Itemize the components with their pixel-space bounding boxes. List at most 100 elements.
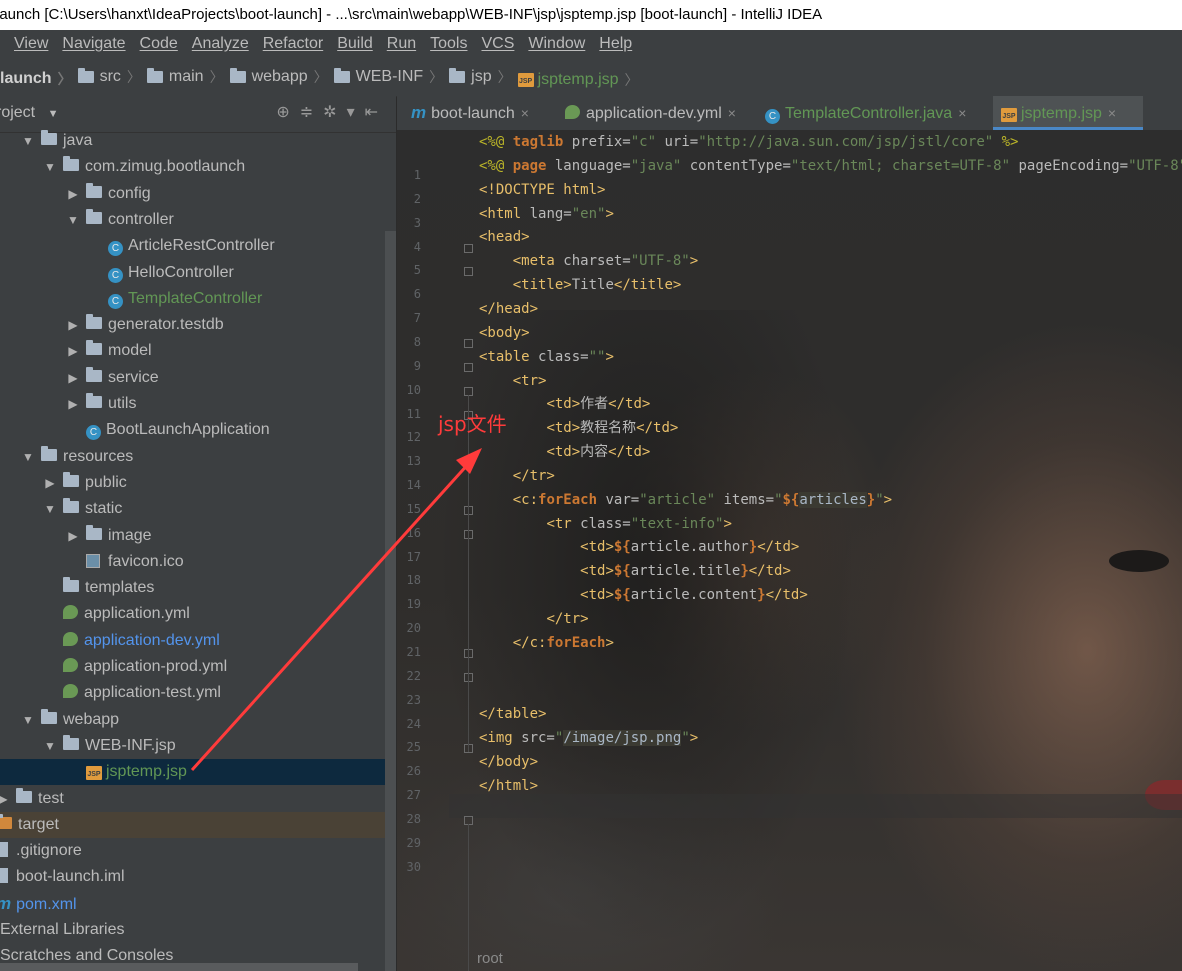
tree-item[interactable]: m pom.xml bbox=[0, 891, 81, 917]
horizontal-scrollbar[interactable] bbox=[0, 963, 358, 971]
code-line[interactable]: <body> bbox=[479, 321, 530, 345]
gear-icon[interactable]: ✲▾ bbox=[323, 104, 364, 121]
code-line[interactable]: <!DOCTYPE html> bbox=[479, 178, 605, 202]
tree-item[interactable]: boot-launch.iml bbox=[0, 864, 129, 890]
expanded-arrow-icon[interactable]: ▼ bbox=[43, 496, 57, 522]
menu-navigate[interactable]: Navigate bbox=[62, 30, 125, 58]
code-line[interactable]: <tr class="text-info"> bbox=[479, 512, 731, 536]
tree-item[interactable]: C HelloController bbox=[0, 260, 234, 286]
vertical-scrollbar[interactable] bbox=[385, 231, 396, 971]
tree-item[interactable]: ▶ generator.testdb bbox=[0, 312, 224, 338]
breadcrumb-item[interactable]: jsp 〉 bbox=[449, 58, 512, 96]
breadcrumb-item[interactable]: webapp 〉 bbox=[229, 58, 328, 96]
expanded-arrow-icon[interactable]: ▼ bbox=[43, 733, 57, 759]
tree-item[interactable]: ▼ WEB-INF.jsp bbox=[0, 733, 176, 759]
tree-item[interactable]: C TemplateController bbox=[0, 286, 262, 312]
tree-item[interactable]: ▶ public bbox=[0, 470, 127, 496]
code-line[interactable]: <%@ taglib prefix="c" uri="http://java.s… bbox=[479, 130, 1019, 154]
code-line[interactable]: <img src="/image/jsp.png"> bbox=[479, 726, 698, 750]
menu-tools[interactable]: Tools bbox=[430, 30, 467, 58]
close-icon[interactable]: × bbox=[521, 105, 529, 121]
expanded-arrow-icon[interactable]: ▼ bbox=[43, 154, 57, 180]
code-line[interactable]: <html lang="en"> bbox=[479, 202, 614, 226]
breadcrumb-item[interactable]: launch 〉 bbox=[0, 60, 72, 96]
tree-item[interactable]: ▶ model bbox=[0, 338, 152, 364]
tree-item[interactable]: ▼ resources bbox=[0, 444, 133, 470]
code-line[interactable]: <tr> bbox=[479, 369, 547, 393]
tree-item[interactable]: ▶ config bbox=[0, 181, 151, 207]
expanded-arrow-icon[interactable]: ▼ bbox=[21, 444, 35, 470]
fold-marker-icon[interactable] bbox=[464, 338, 473, 348]
collapsed-arrow-icon[interactable]: ▶ bbox=[66, 312, 80, 338]
menu-help[interactable]: Help bbox=[599, 30, 632, 58]
code-line[interactable]: <table class=""> bbox=[479, 345, 614, 369]
menu-analyze[interactable]: Analyze bbox=[192, 30, 249, 58]
tab-boot-launch[interactable]: m boot-launch × bbox=[403, 96, 553, 130]
collapsed-arrow-icon[interactable]: ▶ bbox=[66, 365, 80, 391]
locate-icon[interactable]: ⊕ bbox=[276, 104, 299, 121]
expanded-arrow-icon[interactable]: ▼ bbox=[66, 207, 80, 233]
code-line[interactable]: <td>${article.title}</td> bbox=[479, 559, 791, 583]
tree-item[interactable]: .gitignore bbox=[0, 838, 86, 864]
tab-jsptemp-jsp[interactable]: JSP jsptemp.jsp × bbox=[993, 96, 1143, 130]
code-line[interactable]: <%@ page language="java" contentType="te… bbox=[479, 154, 1182, 178]
tree-item[interactable]: C BootLaunchApplication bbox=[0, 417, 270, 443]
menu-window[interactable]: Window bbox=[528, 30, 585, 58]
tree-item[interactable]: target bbox=[0, 811, 396, 838]
code-line[interactable]: <td>内容</td> bbox=[479, 440, 650, 464]
collapsed-arrow-icon[interactable]: ▶ bbox=[66, 338, 80, 364]
project-panel-title[interactable]: roject bbox=[0, 104, 35, 121]
dropdown-arrow-icon[interactable]: ▼ bbox=[48, 108, 59, 120]
tree-item[interactable]: ▼ java bbox=[0, 128, 92, 154]
tree-item[interactable]: ▼ controller bbox=[0, 207, 174, 233]
code-line[interactable]: </c:forEach> bbox=[479, 631, 614, 655]
hide-icon[interactable]: ⇤ bbox=[365, 104, 388, 121]
tree-item[interactable]: C ArticleRestController bbox=[0, 233, 275, 259]
close-icon[interactable]: × bbox=[1108, 105, 1116, 121]
expanded-arrow-icon[interactable]: ▼ bbox=[21, 707, 35, 733]
menu-vcs[interactable]: VCS bbox=[481, 30, 514, 58]
close-icon[interactable]: × bbox=[958, 105, 966, 121]
code-line[interactable]: <meta charset="UTF-8"> bbox=[479, 249, 698, 273]
collapsed-arrow-icon[interactable]: ▶ bbox=[0, 786, 10, 812]
code-line[interactable]: </html> bbox=[479, 774, 538, 798]
collapsed-arrow-icon[interactable]: ▶ bbox=[43, 470, 57, 496]
breadcrumb-item[interactable]: JSP jsptemp.jsp 〉 bbox=[517, 61, 639, 96]
code-line[interactable]: </head> bbox=[479, 297, 538, 321]
expanded-arrow-icon[interactable]: ▼ bbox=[21, 128, 35, 154]
tree-item[interactable]: ▼ com.zimug.bootlaunch bbox=[0, 154, 245, 180]
code-line[interactable]: <td>${article.content}</td> bbox=[479, 583, 808, 607]
tree-item[interactable]: favicon.ico bbox=[0, 549, 184, 575]
fold-marker-icon[interactable] bbox=[464, 362, 473, 372]
code-line[interactable]: </body> bbox=[479, 750, 538, 774]
tree-item[interactable]: JSP jsptemp.jsp bbox=[0, 759, 396, 786]
collapse-all-icon[interactable]: ≑ bbox=[300, 104, 323, 121]
menu-build[interactable]: Build bbox=[337, 30, 373, 58]
tree-item[interactable]: ▶ service bbox=[0, 365, 159, 391]
tree-item[interactable]: application-prod.yml bbox=[0, 654, 227, 680]
tree-item[interactable]: ▶ utils bbox=[0, 391, 136, 417]
tree-item[interactable]: application-dev.yml bbox=[0, 628, 220, 654]
breadcrumb-item[interactable]: WEB-INF 〉 bbox=[333, 58, 443, 96]
breadcrumb-item[interactable]: main 〉 bbox=[146, 58, 224, 96]
tab-templatecontroller-java[interactable]: C TemplateController.java × bbox=[757, 96, 989, 130]
tree-item[interactable]: templates bbox=[0, 575, 154, 601]
tree-item[interactable]: ▼ webapp bbox=[0, 707, 119, 733]
tree-item[interactable]: application.yml bbox=[0, 601, 190, 627]
fold-marker-icon[interactable] bbox=[464, 243, 473, 253]
code-line[interactable]: </tr> bbox=[479, 607, 588, 631]
code-line[interactable]: <td>教程名称</td> bbox=[479, 416, 678, 440]
close-icon[interactable]: × bbox=[728, 105, 736, 121]
menu-view[interactable]: View bbox=[14, 30, 48, 58]
fold-marker-icon[interactable] bbox=[464, 267, 473, 277]
collapsed-arrow-icon[interactable]: ▶ bbox=[66, 181, 80, 207]
code-line[interactable]: </tr> bbox=[479, 464, 555, 488]
code-line[interactable]: </table> bbox=[479, 702, 546, 726]
code-line[interactable]: <head> bbox=[479, 225, 530, 249]
tab-application-dev-yml[interactable]: application-dev.yml × bbox=[557, 96, 753, 130]
menu-run[interactable]: Run bbox=[387, 30, 416, 58]
tree-item[interactable]: ▶ test bbox=[0, 786, 68, 812]
code-line[interactable]: <title>Title</title> bbox=[479, 273, 682, 297]
tree-item[interactable]: ▶ image bbox=[0, 523, 152, 549]
menu-code[interactable]: Code bbox=[140, 30, 178, 58]
